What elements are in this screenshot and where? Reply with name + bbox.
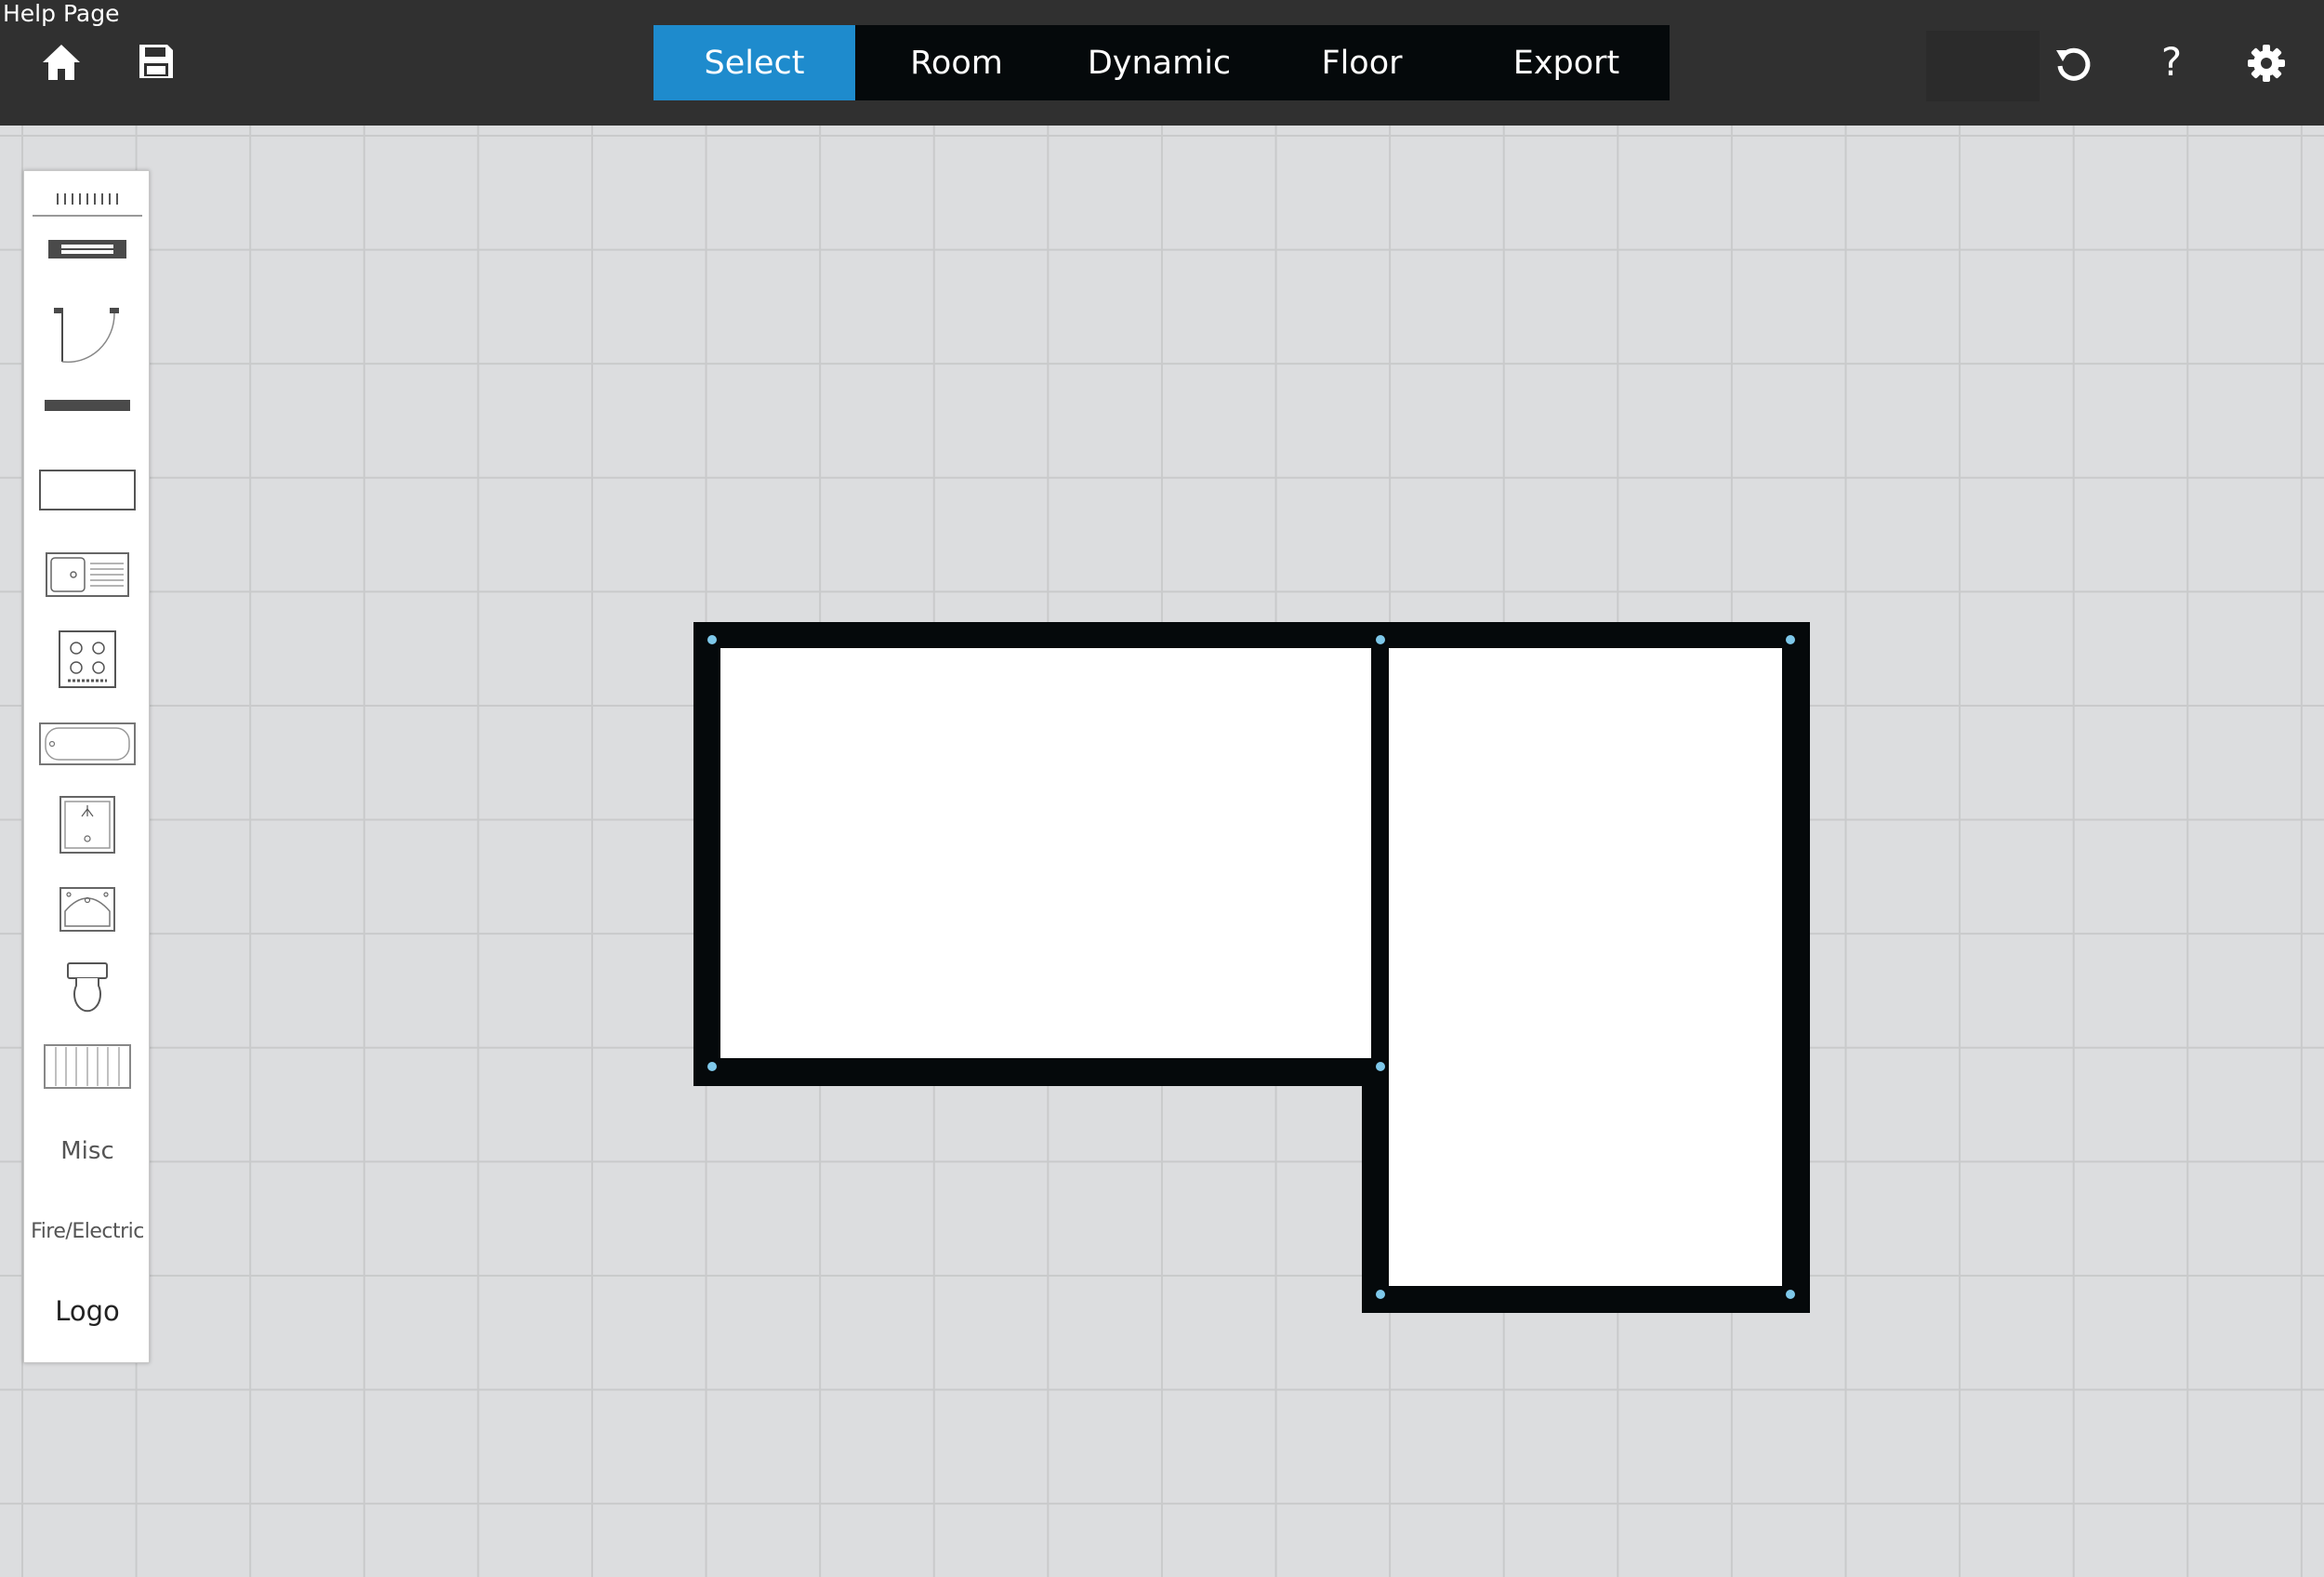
undo-icon[interactable]: [2054, 45, 2093, 84]
tab-dynamic[interactable]: Dynamic: [1058, 25, 1261, 100]
corner-handle[interactable]: [1786, 635, 1795, 644]
top-toolbar: Help Page Select Room Dynamic Floor Expo…: [0, 0, 2324, 126]
floor-plan: [693, 622, 1810, 1313]
tab-floor[interactable]: Floor: [1261, 25, 1463, 100]
help-icon[interactable]: ?: [2155, 39, 2188, 86]
tab-select[interactable]: Select: [654, 25, 855, 100]
door-icon[interactable]: [24, 301, 151, 366]
room-right[interactable]: [1375, 635, 1783, 1300]
home-icon[interactable]: [41, 42, 82, 83]
help-page-link[interactable]: Help Page: [3, 0, 119, 28]
save-icon[interactable]: [138, 43, 175, 80]
corner-handle[interactable]: [1376, 1062, 1385, 1071]
corner-handle[interactable]: [707, 635, 717, 644]
radiator-icon[interactable]: [24, 1041, 151, 1092]
shower-icon[interactable]: [24, 794, 151, 855]
corner-handle[interactable]: [1376, 1290, 1385, 1299]
toilet-icon[interactable]: [24, 960, 151, 1023]
component-toolbox: Misc Fire/Electric Logo: [23, 170, 150, 1363]
wall-segment-icon[interactable]: [24, 387, 151, 424]
tab-export[interactable]: Export: [1463, 25, 1670, 100]
window-icon[interactable]: [24, 229, 151, 270]
hob-icon[interactable]: [24, 629, 151, 690]
worktop-icon[interactable]: [24, 467, 151, 513]
corner-handle[interactable]: [1786, 1290, 1795, 1299]
fire-electric-category[interactable]: Fire/Electric: [24, 1211, 151, 1252]
drag-handle-icon[interactable]: [24, 180, 151, 218]
drawing-canvas[interactable]: [0, 126, 2324, 1577]
blank-toolbar-slot: [1926, 31, 2040, 101]
mode-tab-bar: Select Room Dynamic Floor Export: [654, 25, 1670, 100]
logo-category[interactable]: Logo: [24, 1291, 151, 1332]
corner-handle[interactable]: [707, 1062, 717, 1071]
gear-icon[interactable]: [2246, 43, 2287, 84]
room-left[interactable]: [706, 635, 1379, 1075]
misc-category[interactable]: Misc: [24, 1131, 151, 1172]
tab-room[interactable]: Room: [855, 25, 1058, 100]
basin-icon[interactable]: [24, 883, 151, 935]
sink-drainer-icon[interactable]: [24, 550, 151, 599]
bath-icon[interactable]: [24, 720, 151, 768]
corner-handle[interactable]: [1376, 635, 1385, 644]
